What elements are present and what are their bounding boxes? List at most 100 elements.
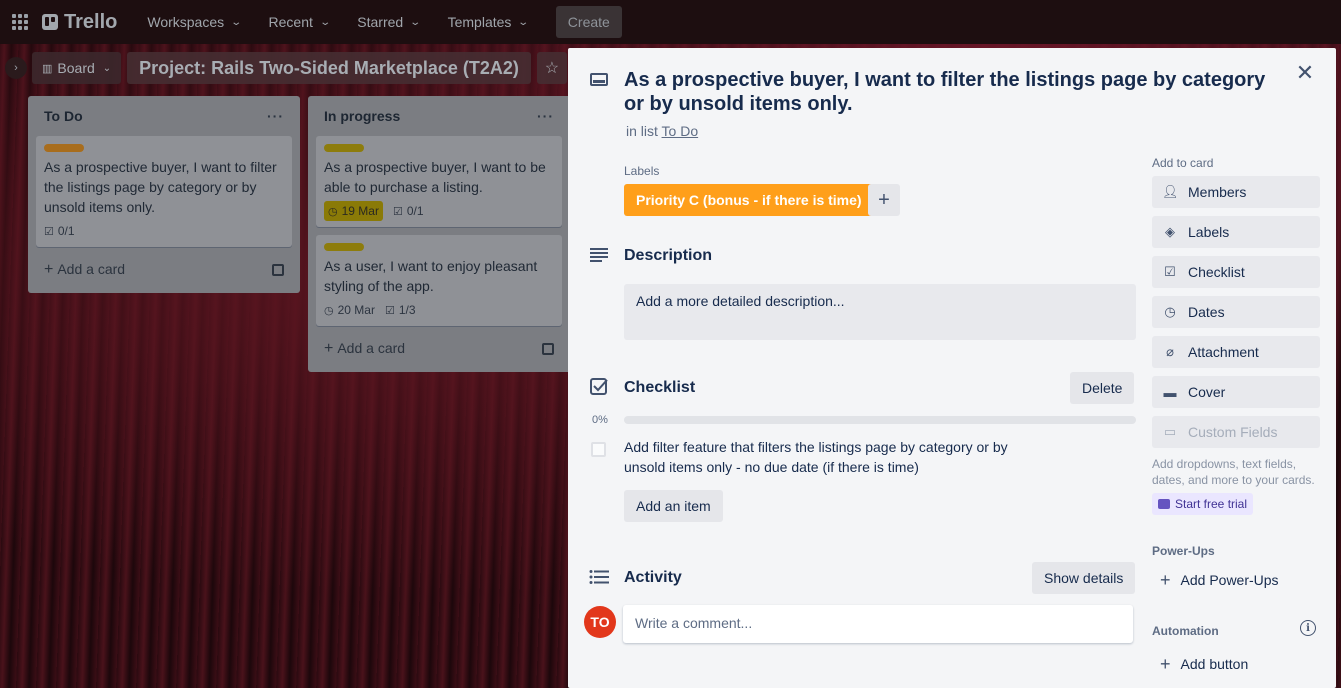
checklist-count: 0/1: [57, 224, 75, 238]
in-list-link[interactable]: To Do: [662, 123, 699, 139]
labels-heading: Labels: [624, 164, 660, 178]
labels-button[interactable]: ◈ Labels: [1152, 216, 1320, 248]
description-icon: [590, 248, 608, 265]
card-detail-modal: ✕ As a prospective buyer, I want to filt…: [568, 48, 1336, 688]
create-button[interactable]: Create: [555, 6, 622, 38]
list-menu-icon[interactable]: ···: [267, 108, 284, 124]
nav-templates[interactable]: Templates ⌄: [438, 6, 538, 38]
due-date-badge[interactable]: ◷ 19 Mar: [324, 201, 383, 221]
list-menu-icon[interactable]: ···: [537, 108, 554, 124]
attachment-button[interactable]: ⌀ Attachment: [1152, 336, 1320, 368]
clock-icon: ◷: [328, 205, 338, 218]
list-card[interactable]: As a prospective buyer, I want to be abl…: [316, 136, 562, 227]
list-title[interactable]: To Do: [44, 108, 83, 124]
star-icon[interactable]: ☆: [536, 52, 567, 84]
card-title-heading[interactable]: As a prospective buyer, I want to filter…: [624, 68, 1274, 116]
checklist-badge: ☑ 0/1: [44, 221, 75, 241]
card-template-icon[interactable]: [272, 264, 284, 276]
powerups-heading: Power-Ups: [1152, 544, 1215, 558]
logo-text: Trello: [64, 10, 118, 33]
card-title: As a user, I want to enjoy pleasant styl…: [324, 258, 538, 294]
automation-heading: Automation: [1152, 624, 1219, 638]
checklist-count: 0/1: [406, 204, 424, 218]
list-card[interactable]: As a prospective buyer, I want to filter…: [36, 136, 292, 247]
clock-icon: ◷: [1164, 304, 1176, 319]
card-label: [324, 243, 364, 251]
add-card-button[interactable]: + Add a card: [36, 255, 292, 285]
checklist-progress-bar: [624, 416, 1136, 424]
trello-logo-icon: [42, 14, 58, 30]
checklist-icon: ☑: [44, 225, 54, 238]
close-icon[interactable]: ✕: [1294, 62, 1316, 84]
add-label-button[interactable]: +: [868, 184, 900, 216]
avatar[interactable]: TO: [584, 606, 616, 638]
members-button[interactable]: 👤︎ Members: [1152, 176, 1320, 208]
briefcase-icon: [1158, 499, 1170, 509]
comment-input[interactable]: Write a comment...: [623, 605, 1133, 643]
add-powerups-label: Add Power-Ups: [1180, 572, 1279, 588]
nav-workspaces-label: Workspaces: [147, 14, 225, 30]
card-title: As a prospective buyer, I want to filter…: [44, 159, 277, 215]
description-heading: Description: [624, 247, 713, 264]
checklist-icon: ☑: [1164, 264, 1176, 279]
trello-logo[interactable]: Trello: [42, 11, 117, 34]
list-header: In progress ···: [316, 96, 562, 136]
apps-grid-icon[interactable]: [12, 14, 28, 30]
list-card[interactable]: As a user, I want to enjoy pleasant styl…: [316, 235, 562, 326]
priority-label-chip[interactable]: Priority C (bonus - if there is time): [624, 184, 874, 216]
checklist-label: Checklist: [1188, 264, 1245, 280]
dates-button[interactable]: ◷ Dates: [1152, 296, 1320, 328]
plus-icon: +: [44, 261, 54, 278]
chevron-down-icon: ⌄: [319, 16, 331, 28]
board-header: › ▥ Board ⌄ Project: Rails Two-Sided Mar…: [0, 52, 567, 84]
card-badges: ☑ 0/1: [44, 221, 284, 241]
add-item-button[interactable]: Add an item: [624, 490, 723, 522]
chevron-down-icon: ⌄: [102, 62, 112, 74]
activity-heading: Activity: [624, 569, 682, 586]
checklist-item-text[interactable]: Add filter feature that filters the list…: [624, 437, 1044, 477]
in-list-text: in list To Do: [626, 123, 698, 139]
plus-icon: +: [878, 188, 890, 211]
add-card-label: Add a card: [337, 340, 406, 356]
board-view-icon: ▥: [42, 62, 52, 75]
expand-sidebar-icon[interactable]: ›: [5, 57, 27, 79]
due-date-badge[interactable]: ◷ 20 Mar: [324, 300, 375, 320]
nav-recent-label: Recent: [268, 14, 313, 30]
checklist-icon: [590, 378, 608, 399]
nav-starred-label: Starred: [357, 14, 404, 30]
nav-recent[interactable]: Recent ⌄: [259, 6, 340, 38]
card-icon: [590, 73, 608, 86]
clock-icon: ◷: [324, 304, 334, 317]
plus-icon: +: [324, 340, 334, 357]
board-view-button[interactable]: ▥ Board ⌄: [32, 52, 122, 84]
due-date: 19 Mar: [341, 204, 379, 218]
start-free-trial-button[interactable]: Start free trial: [1152, 493, 1254, 515]
nav-workspaces[interactable]: Workspaces ⌄: [137, 6, 250, 38]
nav-starred[interactable]: Starred ⌄: [347, 6, 429, 38]
paperclip-icon: ⌀: [1166, 344, 1174, 359]
show-details-button[interactable]: Show details: [1032, 562, 1136, 594]
attachment-label: Attachment: [1188, 344, 1259, 360]
nav-templates-label: Templates: [447, 14, 512, 30]
person-icon: 👤︎: [1162, 184, 1179, 199]
add-button-button[interactable]: + Add button: [1152, 648, 1320, 680]
description-input[interactable]: Add a more detailed description...: [624, 284, 1136, 340]
chevron-down-icon: ⌄: [230, 16, 243, 28]
add-card-button[interactable]: + Add a card: [316, 334, 562, 364]
add-powerups-button[interactable]: + Add Power-Ups: [1152, 564, 1320, 596]
delete-checklist-button[interactable]: Delete: [1070, 372, 1135, 404]
plus-icon: +: [1160, 653, 1171, 674]
custom-fields-button[interactable]: ▭ Custom Fields: [1152, 416, 1320, 448]
chevron-down-icon: ⌄: [409, 16, 422, 28]
board-title[interactable]: Project: Rails Two-Sided Marketplace (T2…: [127, 52, 531, 84]
list-title[interactable]: In progress: [324, 108, 400, 124]
card-template-icon[interactable]: [542, 343, 554, 355]
checklist-count: 1/3: [398, 303, 416, 317]
cover-button[interactable]: ▬ Cover: [1152, 376, 1320, 408]
info-icon[interactable]: i: [1300, 620, 1316, 636]
checklist-item-checkbox[interactable]: [591, 442, 606, 457]
dates-label: Dates: [1188, 304, 1225, 320]
add-button-label: Add button: [1180, 656, 1249, 672]
card-label: [324, 144, 364, 152]
checklist-button[interactable]: ☑ Checklist: [1152, 256, 1320, 288]
